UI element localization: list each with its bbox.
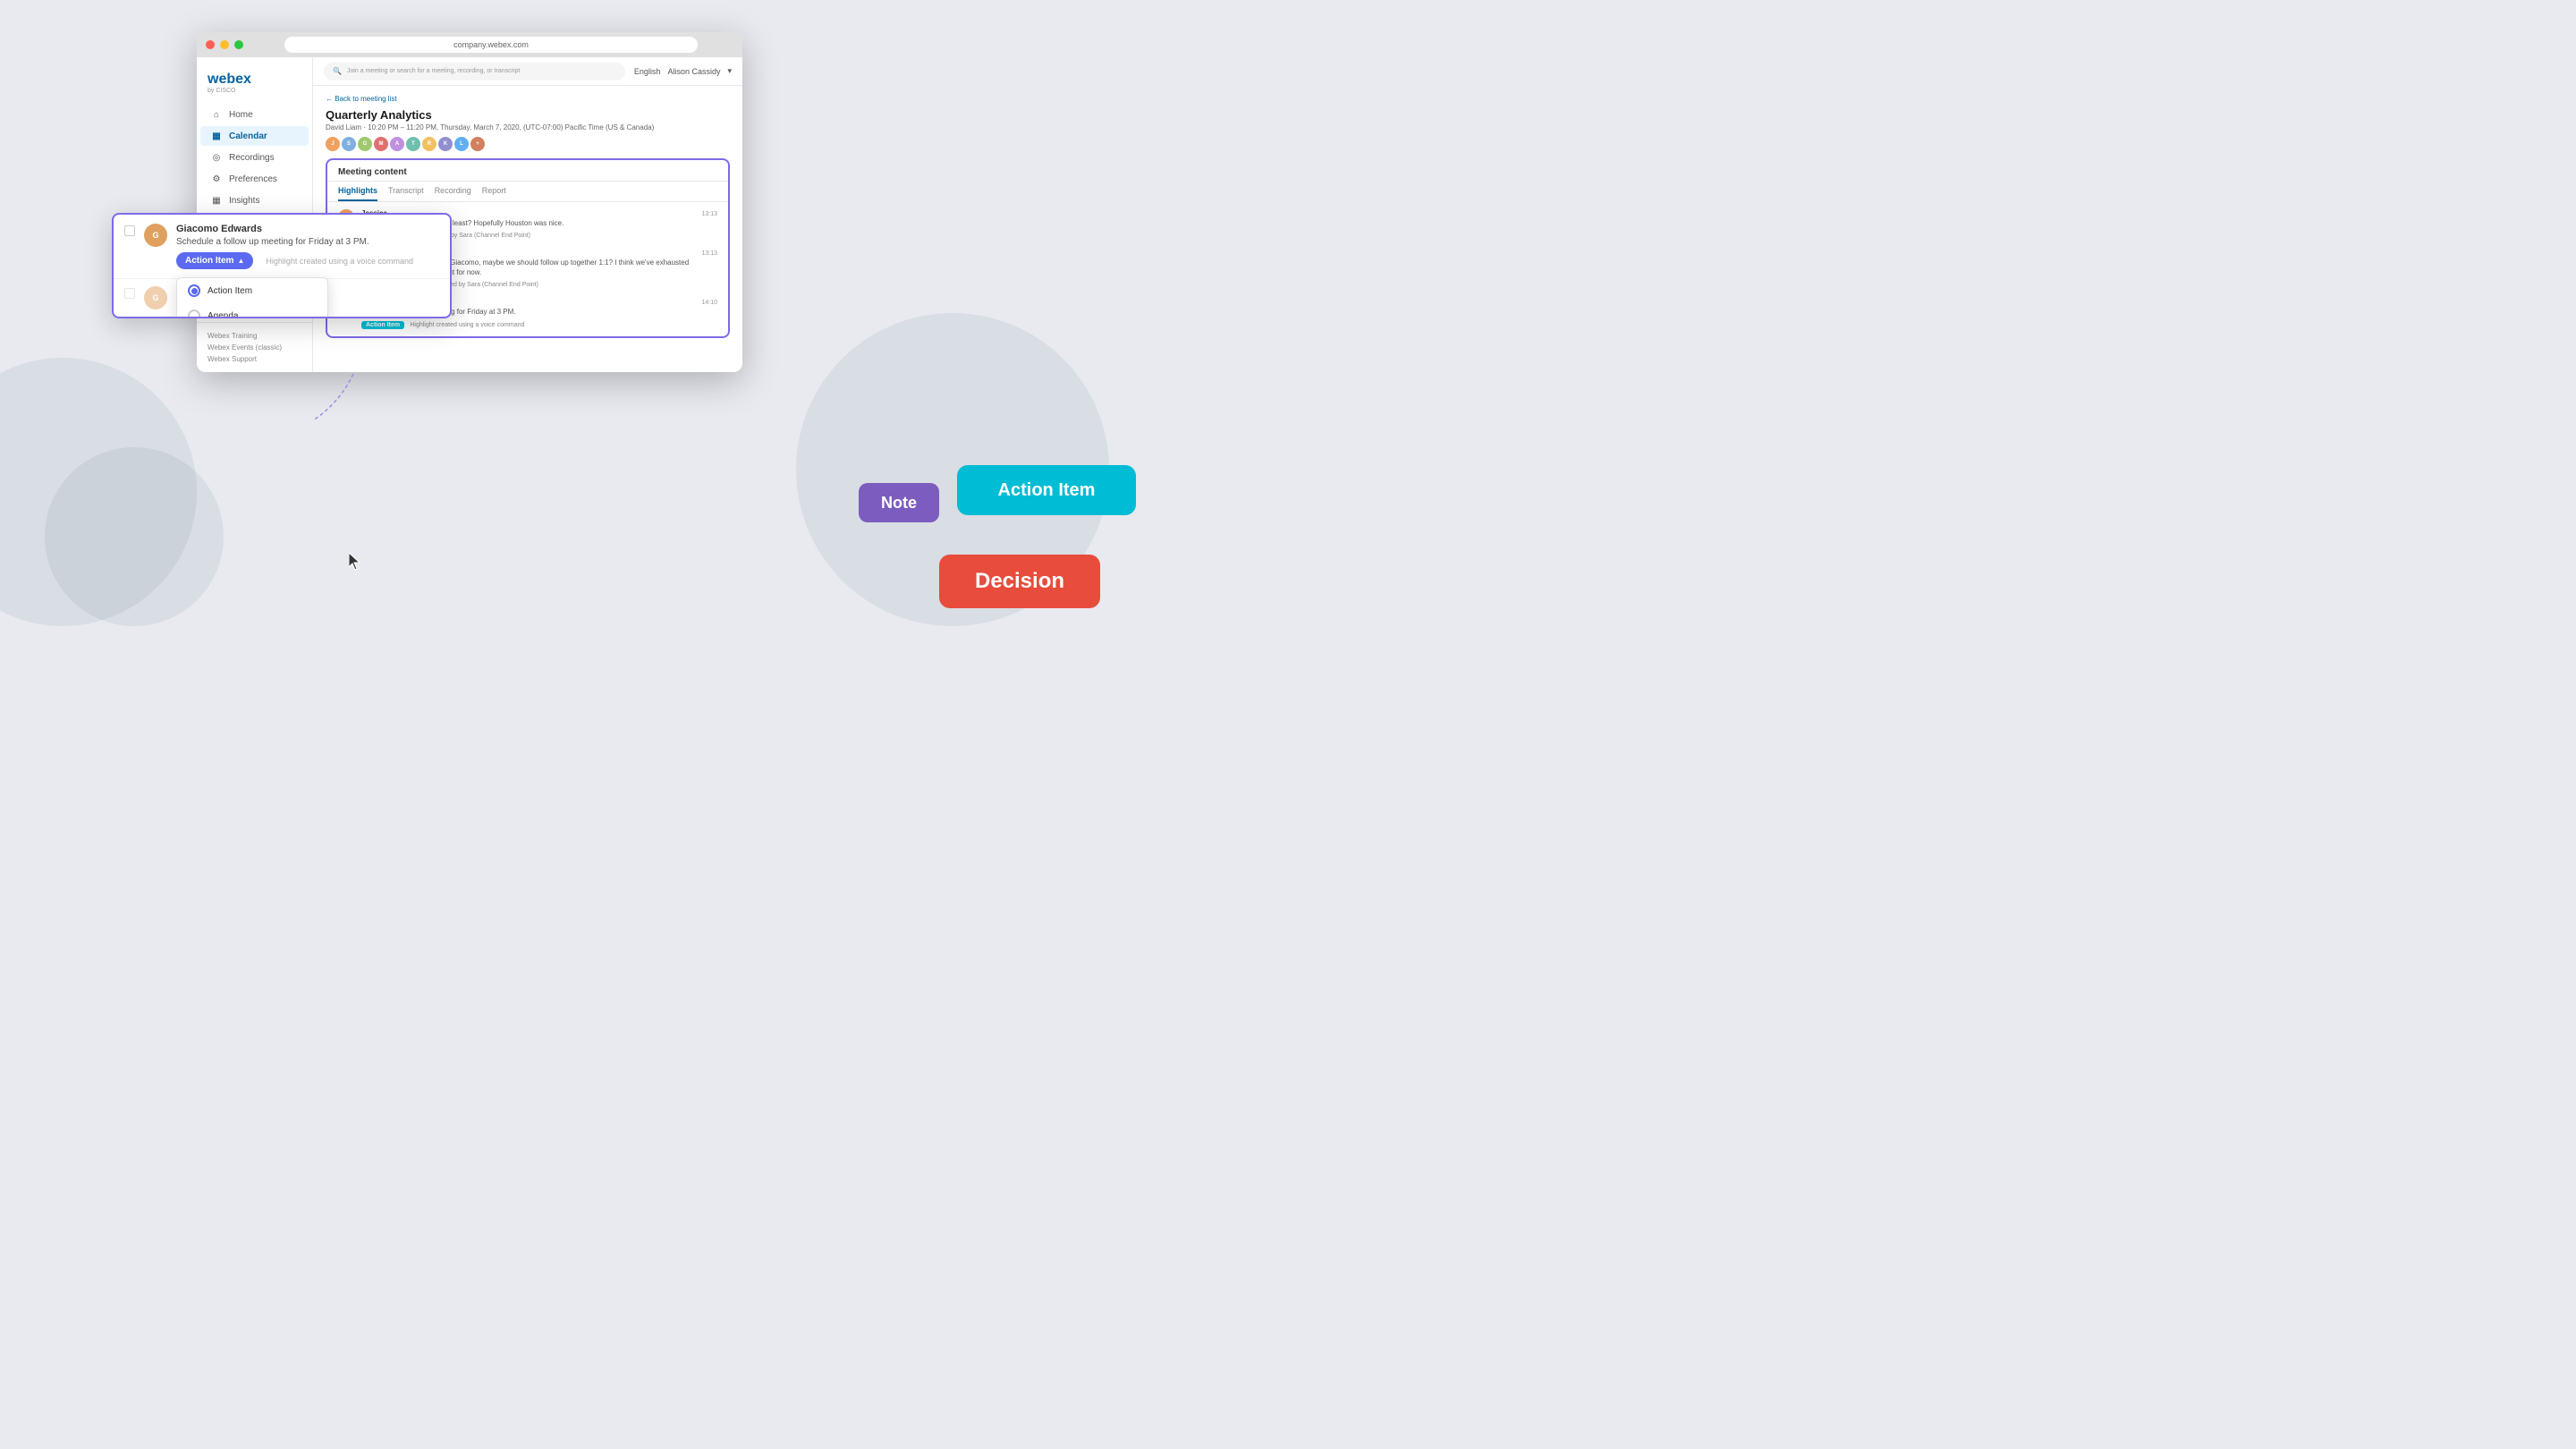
sidebar-label-calendar: Calendar: [229, 131, 267, 141]
user-menu[interactable]: Alison Cassidy: [667, 67, 720, 76]
sidebar-footer-events[interactable]: Webex Events (classic): [208, 342, 301, 353]
avatar: L: [454, 137, 469, 151]
sidebar-label-preferences: Preferences: [229, 174, 277, 184]
floating-action-item-label[interactable]: Action Item: [957, 465, 1136, 515]
entry-time-jessica: 13:13: [701, 211, 717, 240]
dropdown-label-agenda: Agenda: [208, 311, 238, 319]
topbar: 🔍 Join a meeting or search for a meeting…: [313, 57, 742, 86]
sidebar-label-home: Home: [229, 110, 253, 120]
maximize-button[interactable]: [234, 40, 243, 49]
page-title: Quarterly Analytics: [326, 108, 730, 122]
sidebar-item-insights[interactable]: ▦ Insights: [200, 191, 309, 210]
badge-action-giacomo: Action Item: [361, 321, 404, 329]
avatar-giacomo-expanded: G: [144, 224, 167, 247]
expanded-speaker-name: Giacomo Edwards: [176, 224, 439, 234]
close-button[interactable]: [206, 40, 215, 49]
avatar: A: [390, 137, 404, 151]
avatar: T: [406, 137, 420, 151]
avatar: K: [438, 137, 453, 151]
search-icon: 🔍: [333, 67, 342, 75]
meeting-tabs: Highlights Transcript Recording Report: [327, 182, 728, 202]
avatar: M: [374, 137, 388, 151]
language-selector[interactable]: English: [634, 67, 661, 76]
entry-time-simon: 13:13: [701, 250, 717, 289]
expanded-highlight-text: Highlight created using a voice command: [266, 257, 413, 266]
expanded-row-main: G Giacomo Edwards Schedule a follow up m…: [114, 215, 450, 279]
logo-sub: by CISCO: [208, 88, 301, 94]
preferences-icon: ⚙: [211, 174, 222, 184]
bg-decoration-2: [45, 447, 224, 626]
expanded-card: G Giacomo Edwards Schedule a follow up m…: [112, 213, 452, 318]
search-placeholder: Join a meeting or search for a meeting, …: [347, 68, 520, 74]
home-icon: ⌂: [211, 109, 222, 120]
chevron-up-icon: ▲: [237, 257, 244, 265]
avatar: J: [326, 137, 340, 151]
breadcrumb[interactable]: ← Back to meeting list: [326, 95, 730, 103]
avatar: S: [342, 137, 356, 151]
browser-window: company.webex.com webex by CISCO ⌂ Home …: [197, 32, 742, 372]
note-label-text: Note: [881, 494, 917, 513]
url-text: company.webex.com: [453, 40, 529, 49]
floating-decision-label[interactable]: Decision: [939, 555, 1100, 608]
meeting-meta: David Liam · 10:20 PM – 11:20 PM, Thursd…: [326, 123, 730, 131]
tab-report[interactable]: Report: [482, 182, 506, 201]
logo-text: webex: [208, 72, 301, 88]
dropdown-item-action-item[interactable]: Action Item: [177, 278, 327, 303]
dropdown-item-agenda[interactable]: Agenda: [177, 303, 327, 318]
cursor: [349, 553, 363, 567]
dropdown-menu[interactable]: Action Item Agenda Decision Note: [176, 277, 328, 318]
sidebar-footer-support[interactable]: Webex Support: [208, 353, 301, 365]
radio-action-item: [188, 284, 200, 297]
attendees: J S G M A T R K L +: [326, 137, 730, 151]
sidebar-label-recordings: Recordings: [229, 153, 275, 163]
tab-highlights[interactable]: Highlights: [338, 182, 377, 201]
url-bar[interactable]: company.webex.com: [284, 37, 698, 53]
meeting-card-header: Meeting content: [327, 160, 728, 182]
expanded-quote: Schedule a follow up meeting for Friday …: [176, 237, 439, 247]
sidebar-item-recordings[interactable]: ◎ Recordings: [200, 148, 309, 167]
entry-time-giacomo: 14:10: [701, 300, 717, 328]
entry-footer-giacomo: Action Item Highlight created using a vo…: [361, 320, 694, 329]
avatar: +: [470, 137, 485, 151]
expanded-body: Giacomo Edwards Schedule a follow up mee…: [176, 224, 439, 269]
dropdown-container: Action Item ▲ Action Item: [176, 252, 253, 269]
recordings-icon: ◎: [211, 152, 222, 163]
calendar-icon: ▦: [211, 131, 222, 141]
dropdown-label-action-item: Action Item: [208, 286, 252, 296]
sidebar-item-home[interactable]: ⌂ Home: [200, 105, 309, 124]
insights-icon: ▦: [211, 195, 222, 206]
avatar-second: G: [144, 286, 167, 309]
sidebar-item-calendar[interactable]: ▦ Calendar: [200, 126, 309, 146]
topbar-right: English Alison Cassidy ▾: [634, 66, 732, 76]
expanded-footer: Action Item ▲ Action Item: [176, 252, 439, 269]
floating-note-label[interactable]: Note: [859, 483, 939, 522]
minimize-button[interactable]: [220, 40, 229, 49]
tab-recording[interactable]: Recording: [435, 182, 471, 201]
radio-inner: [191, 288, 198, 294]
dropdown-label: Action Item: [185, 256, 233, 266]
row-checkbox-2: [124, 288, 135, 299]
sidebar-logo: webex by CISCO: [197, 64, 312, 105]
sidebar-footer: Webex Training Webex Events (classic) We…: [197, 322, 312, 372]
sidebar-item-preferences[interactable]: ⚙ Preferences: [200, 169, 309, 189]
chevron-down-icon[interactable]: ▾: [727, 66, 732, 76]
highlight-giacomo: Highlight created using a voice command: [410, 322, 524, 328]
row-checkbox[interactable]: [124, 225, 135, 236]
tab-transcript[interactable]: Transcript: [388, 182, 424, 201]
search-bar[interactable]: 🔍 Join a meeting or search for a meeting…: [324, 63, 625, 80]
decision-label-text: Decision: [975, 569, 1064, 594]
action-item-dropdown-button[interactable]: Action Item ▲: [176, 252, 253, 269]
browser-titlebar: company.webex.com: [197, 32, 742, 57]
radio-agenda: [188, 309, 200, 318]
action-item-label-text: Action Item: [998, 480, 1096, 501]
avatar: R: [422, 137, 436, 151]
sidebar-footer-training[interactable]: Webex Training: [208, 330, 301, 342]
avatar: G: [358, 137, 372, 151]
sidebar-label-insights: Insights: [229, 196, 259, 206]
